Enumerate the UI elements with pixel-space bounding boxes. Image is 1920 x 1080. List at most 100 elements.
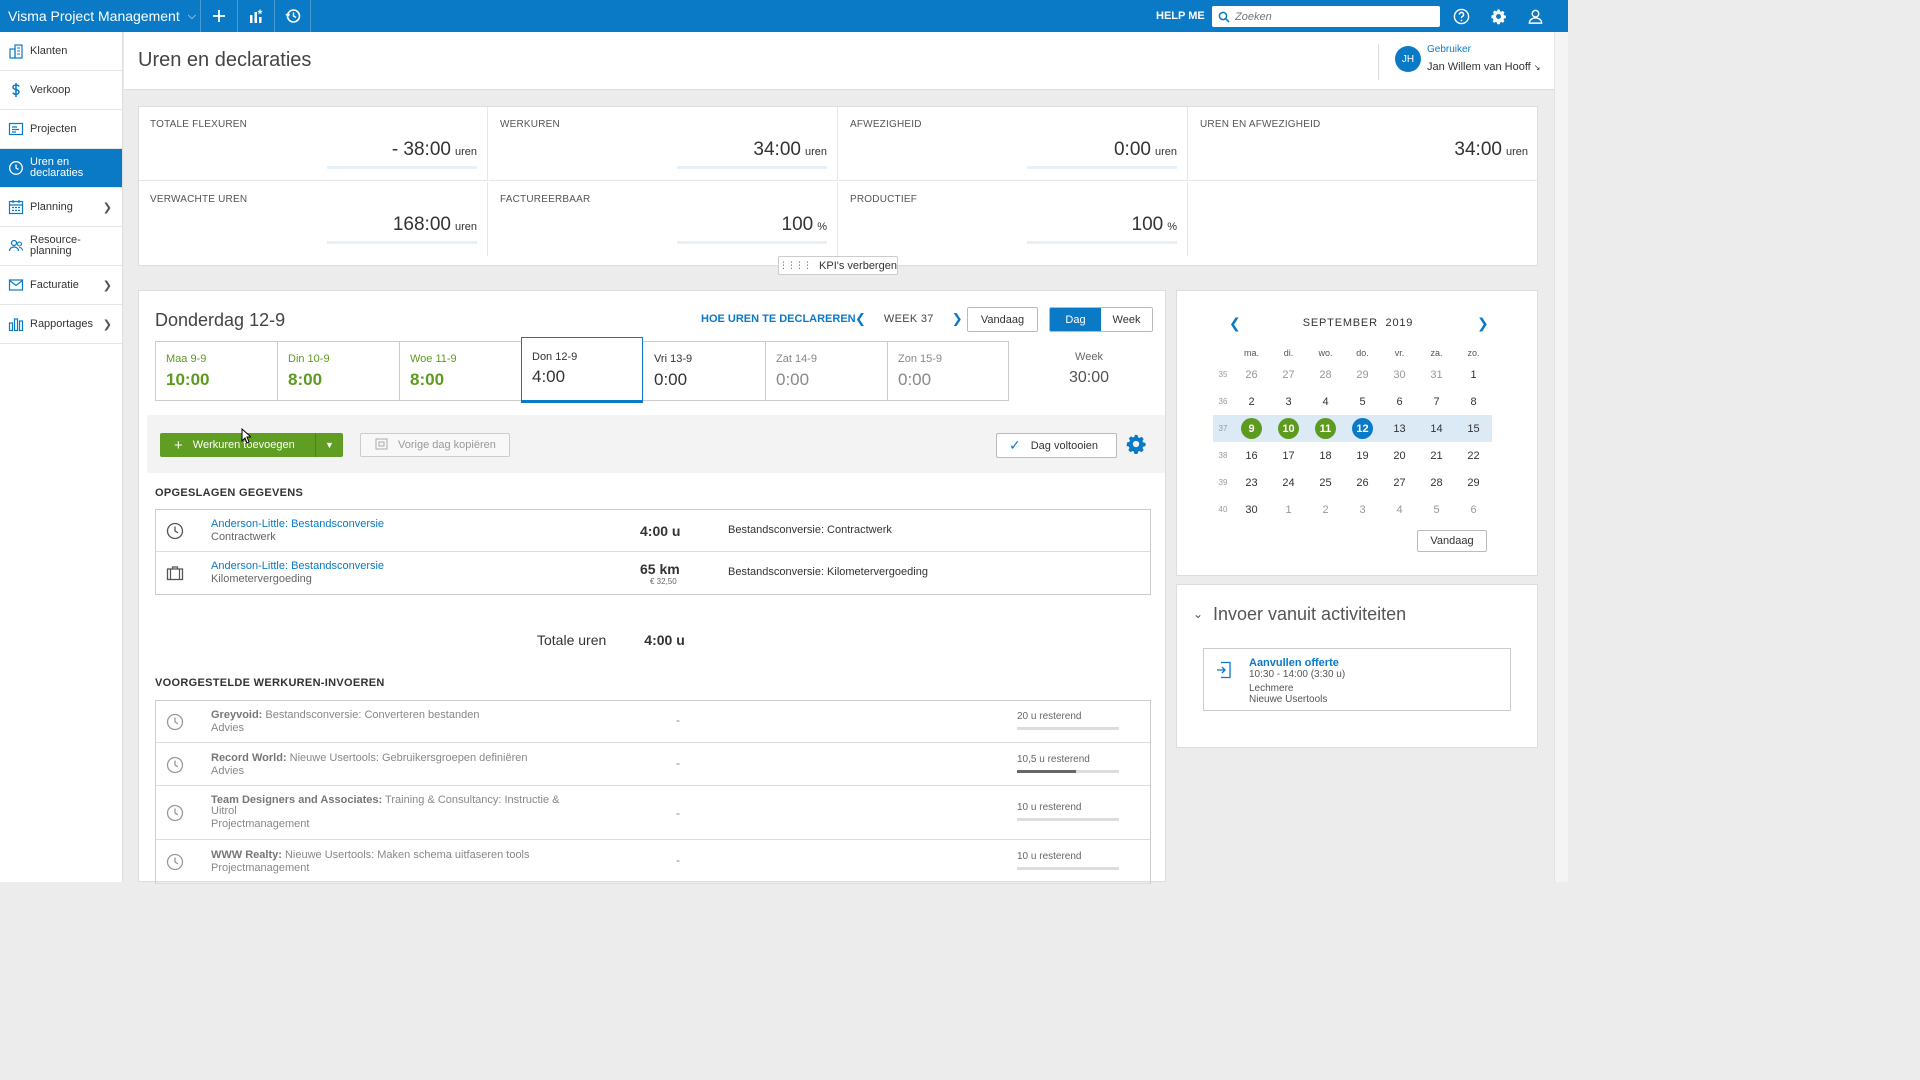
- saved-row-1[interactable]: Anderson-Little: Bestandsconversie Contr…: [156, 510, 1150, 552]
- calendar-day[interactable]: 12: [1344, 415, 1381, 442]
- calendar-day[interactable]: 9: [1233, 415, 1270, 442]
- calendar-today-button[interactable]: Vandaag: [1417, 530, 1487, 552]
- calendar-day[interactable]: 1: [1455, 361, 1492, 388]
- mouse-cursor-icon: [241, 428, 251, 444]
- calendar-day[interactable]: 3: [1344, 496, 1381, 523]
- calendar-day[interactable]: 21: [1418, 442, 1455, 469]
- calendar-day[interactable]: 11: [1307, 415, 1344, 442]
- calendar-day[interactable]: 7: [1418, 388, 1455, 415]
- settings-button[interactable]: [1480, 0, 1516, 32]
- sidebar-item-projecten[interactable]: Projecten: [0, 110, 122, 149]
- day-tab-zon[interactable]: Zon 15-9 0:00: [888, 342, 1010, 400]
- complete-day-button[interactable]: ✓ Dag voltooien: [996, 433, 1117, 458]
- calendar-day[interactable]: 28: [1418, 469, 1455, 496]
- view-day-button[interactable]: Dag: [1050, 308, 1101, 331]
- add-hours-dropdown[interactable]: ▼: [315, 433, 343, 457]
- suggested-row-4[interactable]: WWW Realty: Nieuwe Usertools: Maken sche…: [156, 840, 1150, 884]
- calendar-day[interactable]: 25: [1307, 469, 1344, 496]
- entry-title[interactable]: Anderson-Little: Bestandsconversie: [211, 560, 384, 572]
- calendar-day[interactable]: 18: [1307, 442, 1344, 469]
- calendar-day[interactable]: 15: [1455, 415, 1492, 442]
- day-tab-woe[interactable]: Woe 11-9 8:00: [400, 342, 522, 400]
- calendar-day[interactable]: 1: [1270, 496, 1307, 523]
- sidebar-item-facturatie[interactable]: Facturatie ❯: [0, 266, 122, 305]
- calendar-day[interactable]: 28: [1307, 361, 1344, 388]
- next-month-button[interactable]: ❯: [1477, 315, 1489, 332]
- collapse-chevron-icon[interactable]: ⌄: [1193, 607, 1203, 621]
- calendar-day[interactable]: 5: [1344, 388, 1381, 415]
- calendar-day[interactable]: 13: [1381, 415, 1418, 442]
- help-button[interactable]: [1443, 0, 1479, 32]
- calendar-day[interactable]: 2: [1233, 388, 1270, 415]
- kpi-hide-button[interactable]: ⋮⋮⋮⋮ KPI's verbergen: [778, 256, 898, 275]
- activity-title[interactable]: Aanvullen offerte: [1249, 657, 1339, 669]
- page-scrollbar[interactable]: [1554, 32, 1568, 882]
- today-button[interactable]: Vandaag: [967, 307, 1038, 332]
- calendar-day[interactable]: 22: [1455, 442, 1492, 469]
- grip-icon: ⋮⋮⋮⋮: [779, 260, 812, 270]
- calendar-day[interactable]: 14: [1418, 415, 1455, 442]
- calendar-day[interactable]: 4: [1307, 388, 1344, 415]
- sidebar-item-klanten[interactable]: Klanten: [0, 32, 122, 71]
- calendar-day[interactable]: 6: [1455, 496, 1492, 523]
- calendar-day[interactable]: 8: [1455, 388, 1492, 415]
- calendar-day[interactable]: 26: [1233, 361, 1270, 388]
- prev-week-button[interactable]: ❮: [855, 311, 866, 327]
- add-hours-button[interactable]: + Werkuren toevoegen ▼: [160, 433, 343, 457]
- calendar-day[interactable]: 16: [1233, 442, 1270, 469]
- suggested-row-3[interactable]: Team Designers and Associates: Training …: [156, 786, 1150, 840]
- calendar-day[interactable]: 30: [1233, 496, 1270, 523]
- calendar-weekday: wo.: [1318, 348, 1333, 358]
- day-tab-maa[interactable]: Maa 9-9 10:00: [156, 342, 278, 400]
- profile-button[interactable]: [1517, 0, 1553, 32]
- sidebar-item-rapportages[interactable]: Rapportages ❯: [0, 305, 122, 344]
- calendar-day[interactable]: 5: [1418, 496, 1455, 523]
- calendar-day[interactable]: 26: [1344, 469, 1381, 496]
- saved-row-2[interactable]: Anderson-Little: Bestandsconversie Kilom…: [156, 552, 1150, 594]
- day-tab-don[interactable]: Don 12-9 4:00: [521, 337, 643, 403]
- day-settings-button[interactable]: [1125, 433, 1149, 457]
- day-tab-zat[interactable]: Zat 14-9 0:00: [766, 342, 888, 400]
- calendar-day[interactable]: 29: [1344, 361, 1381, 388]
- calendar-day[interactable]: 31: [1418, 361, 1455, 388]
- calendar-day[interactable]: 4: [1381, 496, 1418, 523]
- building-icon: [8, 43, 24, 59]
- search-box[interactable]: [1212, 6, 1440, 27]
- analytics-button[interactable]: [237, 0, 274, 32]
- sidebar-item-resource-planning[interactable]: Resource-planning: [0, 227, 122, 266]
- calendar-day[interactable]: 6: [1381, 388, 1418, 415]
- calendar-day[interactable]: 27: [1270, 361, 1307, 388]
- user-menu[interactable]: JH Gebruiker Jan Willem van Hooff ↘: [1378, 44, 1548, 80]
- app-switcher[interactable]: Visma Project Management ⌵: [0, 0, 200, 32]
- history-button[interactable]: [274, 0, 311, 32]
- calendar-day[interactable]: 10: [1270, 415, 1307, 442]
- week-days-strip: Maa 9-9 10:00 Din 10-9 8:00 Woe 11-9 8:0…: [155, 337, 1010, 403]
- calendar-day[interactable]: 2: [1307, 496, 1344, 523]
- calendar-day[interactable]: 24: [1270, 469, 1307, 496]
- how-to-declare-link[interactable]: HOE UREN TE DECLAREREN: [701, 313, 856, 325]
- calendar-day[interactable]: 20: [1381, 442, 1418, 469]
- calendar-day[interactable]: 17: [1270, 442, 1307, 469]
- calendar-day[interactable]: 30: [1381, 361, 1418, 388]
- kpi-number: - 38:00: [391, 139, 451, 160]
- sidebar-item-planning[interactable]: Planning ❯: [0, 188, 122, 227]
- next-week-button[interactable]: ❯: [952, 311, 963, 327]
- day-tab-din[interactable]: Din 10-9 8:00: [278, 342, 400, 400]
- view-week-button[interactable]: Week: [1101, 308, 1152, 331]
- calendar-day[interactable]: 27: [1381, 469, 1418, 496]
- suggested-row-1[interactable]: Greyvoid: Bestandsconversie: Converteren…: [156, 701, 1150, 743]
- sidebar-item-uren[interactable]: Uren en declaraties: [0, 149, 122, 188]
- search-input[interactable]: [1235, 10, 1435, 23]
- entry-title[interactable]: Anderson-Little: Bestandsconversie: [211, 518, 384, 530]
- calendar-day[interactable]: 19: [1344, 442, 1381, 469]
- suggested-row-2[interactable]: Record World: Nieuwe Usertools: Gebruike…: [156, 743, 1150, 786]
- calendar-day[interactable]: 29: [1455, 469, 1492, 496]
- calendar-day[interactable]: 23: [1233, 469, 1270, 496]
- copy-previous-day-button[interactable]: Vorige dag kopiëren: [360, 433, 510, 457]
- activity-card[interactable]: Aanvullen offerte 10:30 - 14:00 (3:30 u)…: [1203, 648, 1511, 711]
- add-button[interactable]: [200, 0, 237, 32]
- sidebar-item-verkoop[interactable]: Verkoop: [0, 71, 122, 110]
- help-me-link[interactable]: HELP ME: [1156, 10, 1205, 22]
- calendar-day[interactable]: 3: [1270, 388, 1307, 415]
- day-tab-vri[interactable]: Vri 13-9 0:00: [644, 342, 766, 400]
